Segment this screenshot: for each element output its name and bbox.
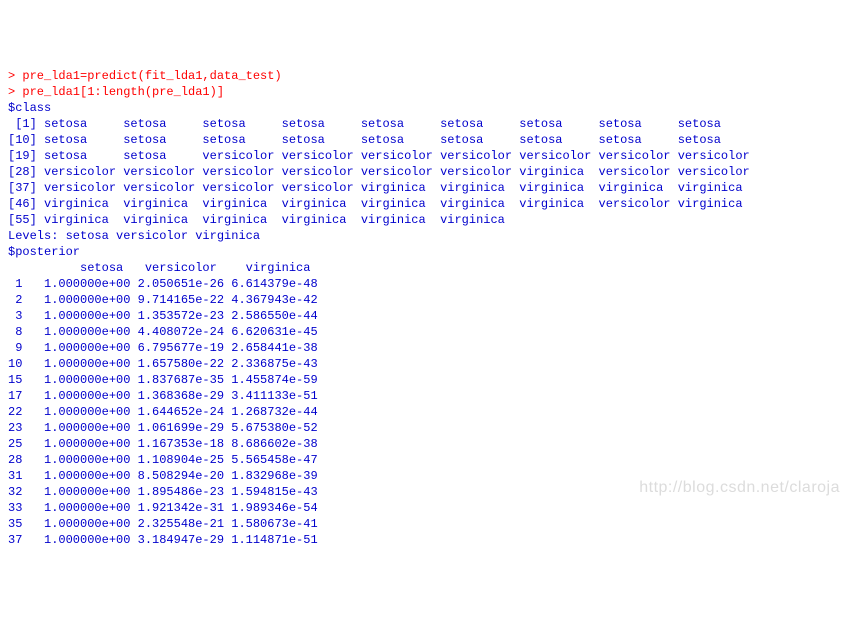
class-row: [19] setosa setosa versicolor versicolor… (8, 148, 856, 164)
posterior-row: 3 1.000000e+00 1.353572e-23 2.586550e-44 (8, 308, 856, 324)
posterior-row: 33 1.000000e+00 1.921342e-31 1.989346e-5… (8, 500, 856, 516)
posterior-row: 32 1.000000e+00 1.895486e-23 1.594815e-4… (8, 484, 856, 500)
class-row: [28] versicolor versicolor versicolor ve… (8, 164, 856, 180)
posterior-row: 31 1.000000e+00 8.508294e-20 1.832968e-3… (8, 468, 856, 484)
class-row: [55] virginica virginica virginica virgi… (8, 212, 856, 228)
class-row: [10] setosa setosa setosa setosa setosa … (8, 132, 856, 148)
class-row: [37] versicolor versicolor versicolor ve… (8, 180, 856, 196)
posterior-row: 28 1.000000e+00 1.108904e-25 5.565458e-4… (8, 452, 856, 468)
command-line: > pre_lda1=predict(fit_lda1,data_test) (8, 68, 856, 84)
posterior-row: 37 1.000000e+00 3.184947e-29 1.114871e-5… (8, 532, 856, 548)
posterior-row: 25 1.000000e+00 1.167353e-18 8.686602e-3… (8, 436, 856, 452)
posterior-col-header: setosa versicolor virginica (8, 260, 856, 276)
posterior-row: 23 1.000000e+00 1.061699e-29 5.675380e-5… (8, 420, 856, 436)
posterior-row: 10 1.000000e+00 1.657580e-22 2.336875e-4… (8, 356, 856, 372)
posterior-row: 15 1.000000e+00 1.837687e-35 1.455874e-5… (8, 372, 856, 388)
posterior-row: 1 1.000000e+00 2.050651e-26 6.614379e-48 (8, 276, 856, 292)
class-row: [46] virginica virginica virginica virgi… (8, 196, 856, 212)
posterior-row: 9 1.000000e+00 6.795677e-19 2.658441e-38 (8, 340, 856, 356)
posterior-row: 22 1.000000e+00 1.644652e-24 1.268732e-4… (8, 404, 856, 420)
posterior-row: 8 1.000000e+00 4.408072e-24 6.620631e-45 (8, 324, 856, 340)
class-row: [1] setosa setosa setosa setosa setosa s… (8, 116, 856, 132)
posterior-row: 35 1.000000e+00 2.325548e-21 1.580673e-4… (8, 516, 856, 532)
command-line: > pre_lda1[1:length(pre_lda1)] (8, 84, 856, 100)
levels-line: Levels: setosa versicolor virginica (8, 228, 856, 244)
posterior-header: $posterior (8, 244, 856, 260)
posterior-row: 17 1.000000e+00 1.368368e-29 3.411133e-5… (8, 388, 856, 404)
console-output[interactable]: > pre_lda1=predict(fit_lda1,data_test)> … (8, 68, 856, 548)
class-header: $class (8, 100, 856, 116)
posterior-row: 2 1.000000e+00 9.714165e-22 4.367943e-42 (8, 292, 856, 308)
